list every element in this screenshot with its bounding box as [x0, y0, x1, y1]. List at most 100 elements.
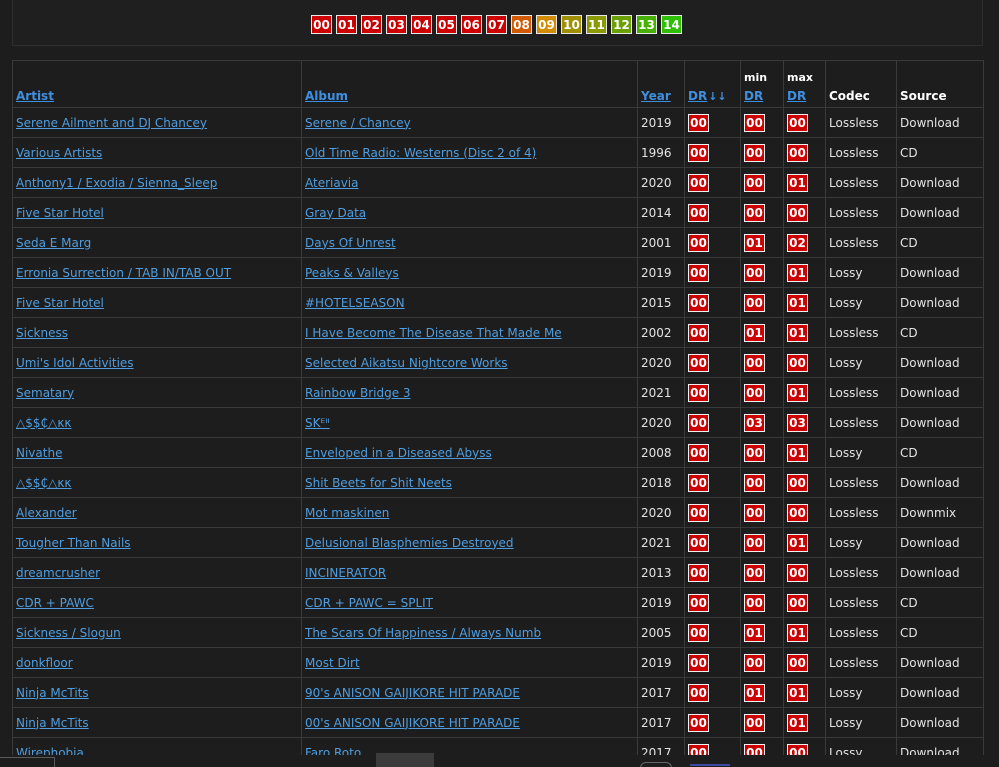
dr-filter-button-00[interactable]: 00 — [311, 15, 332, 34]
album-link[interactable]: 90's ANISON GAIJIKORE HIT PARADE — [305, 686, 520, 700]
cell-artist: Serene Ailment and DJ Chancey — [12, 107, 302, 138]
cell-source: CD — [896, 317, 984, 348]
artist-link[interactable]: Sickness / Slogun — [16, 626, 121, 640]
cell-album: CDR + PAWC = SPLIT — [301, 587, 638, 618]
min-dr-badge: 01 — [744, 683, 765, 702]
album-link[interactable]: Old Time Radio: Westerns (Disc 2 of 4) — [305, 146, 536, 160]
sort-max-dr-link[interactable]: DR — [787, 89, 806, 103]
album-link[interactable]: Shit Beets for Shit Neets — [305, 476, 452, 490]
cell-codec: Lossless — [825, 497, 897, 528]
dr-filter-button-07[interactable]: 07 — [486, 15, 507, 34]
max-dr-badge: 00 — [787, 563, 808, 582]
dr-filter-button-04[interactable]: 04 — [411, 15, 432, 34]
sort-year-link[interactable]: Year — [641, 89, 671, 103]
cell-codec: Lossy — [825, 287, 897, 318]
dr-filter-button-03[interactable]: 03 — [386, 15, 407, 34]
album-link[interactable]: SKᴱᴵᴵ — [305, 416, 330, 430]
album-link[interactable]: INCINERATOR — [305, 566, 386, 580]
cell-max-dr: 00 — [783, 347, 826, 378]
dr-filter-button-06[interactable]: 06 — [461, 15, 482, 34]
artist-link[interactable]: Serene Ailment and DJ Chancey — [16, 116, 207, 130]
cell-max-dr: 01 — [783, 257, 826, 288]
artist-link[interactable]: dreamcrusher — [16, 566, 100, 580]
cell-dr: 00 — [684, 467, 741, 498]
max-dr-badge: 00 — [787, 143, 808, 162]
artist-link[interactable]: Five Star Hotel — [16, 206, 104, 220]
artist-link[interactable]: Umi's Idol Activities — [16, 356, 134, 370]
sort-artist-link[interactable]: Artist — [16, 89, 54, 103]
sort-descending-icon[interactable]: ↓↓ — [708, 90, 726, 103]
table-row: Sickness I Have Become The Disease That M… — [12, 317, 984, 348]
table-row: Sematary Rainbow Bridge 3 2021 00 00 01 Lossle… — [12, 377, 984, 408]
album-link[interactable]: Selected Aikatsu Nightcore Works — [305, 356, 508, 370]
artist-link[interactable]: Seda E Marg — [16, 236, 91, 250]
cell-album: Serene / Chancey — [301, 107, 638, 138]
artist-link[interactable]: Ninja McTits — [16, 716, 89, 730]
cell-max-dr: 02 — [783, 227, 826, 258]
dr-filter-button-14[interactable]: 14 — [661, 15, 682, 34]
cell-min-dr: 00 — [740, 287, 784, 318]
cell-album: Peaks & Valleys — [301, 257, 638, 288]
album-link[interactable]: 00's ANISON GAIJIKORE HIT PARADE — [305, 716, 520, 730]
dr-filter-button-13[interactable]: 13 — [636, 15, 657, 34]
cell-max-dr: 00 — [783, 197, 826, 228]
album-link[interactable]: CDR + PAWC = SPLIT — [305, 596, 433, 610]
album-link[interactable]: Delusional Blasphemies Destroyed — [305, 536, 514, 550]
album-link[interactable]: Serene / Chancey — [305, 116, 411, 130]
sort-min-dr-link[interactable]: DR — [744, 89, 763, 103]
dr-filter-button-02[interactable]: 02 — [361, 15, 382, 34]
artist-link[interactable]: Sematary — [16, 386, 74, 400]
album-link[interactable]: Enveloped in a Diseased Abyss — [305, 446, 492, 460]
cell-max-dr: 00 — [783, 557, 826, 588]
artist-link[interactable]: Sickness — [16, 326, 68, 340]
table-row: Sickness / Slogun The Scars Of Happiness … — [12, 617, 984, 648]
album-link[interactable]: Peaks & Valleys — [305, 266, 399, 280]
artist-link[interactable]: Nivathe — [16, 446, 62, 460]
artist-link[interactable]: Alexander — [16, 506, 77, 520]
dr-filter-button-11[interactable]: 11 — [586, 15, 607, 34]
sort-dr-link[interactable]: DR — [688, 89, 707, 103]
cell-year: 1996 — [637, 137, 685, 168]
artist-link[interactable]: Ninja McTits — [16, 686, 89, 700]
dr-filter-button-12[interactable]: 12 — [611, 15, 632, 34]
sort-album-link[interactable]: Album — [305, 89, 348, 103]
dr-filter-button-05[interactable]: 05 — [436, 15, 457, 34]
album-link[interactable]: Most Dirt — [305, 656, 360, 670]
artist-link[interactable]: Various Artists — [16, 146, 102, 160]
dr-filter-button-10[interactable]: 10 — [561, 15, 582, 34]
artist-link[interactable]: Erronia Surrection / TAB IN/TAB OUT — [16, 266, 231, 280]
album-link[interactable]: Ateriavia — [305, 176, 359, 190]
album-link[interactable]: Days Of Unrest — [305, 236, 396, 250]
cell-max-dr: 00 — [783, 647, 826, 678]
cell-year: 2019 — [637, 257, 685, 288]
artist-link[interactable]: Anthony1 / Exodia / Sienna_Sleep — [16, 176, 217, 190]
artist-link[interactable]: donkfloor — [16, 656, 73, 670]
min-dr-badge: 00 — [744, 473, 765, 492]
artist-link[interactable]: Five Star Hotel — [16, 296, 104, 310]
album-link[interactable]: #HOTELSEASON — [305, 296, 405, 310]
header-min-label: min — [744, 71, 768, 84]
cell-dr: 00 — [684, 437, 741, 468]
artist-link[interactable]: CDR + PAWC — [16, 596, 94, 610]
album-link[interactable]: Gray Data — [305, 206, 366, 220]
cell-dr: 00 — [684, 617, 741, 648]
cell-source: Download — [896, 167, 984, 198]
album-link[interactable]: The Scars Of Happiness / Always Numb — [305, 626, 541, 640]
cell-source: CD — [896, 137, 984, 168]
artist-link[interactable]: △$$₵△κκ — [16, 416, 72, 430]
dr-badge: 00 — [688, 383, 709, 402]
cell-album: The Scars Of Happiness / Always Numb — [301, 617, 638, 648]
album-link[interactable]: Rainbow Bridge 3 — [305, 386, 411, 400]
artist-link[interactable]: △$$₵△κκ — [16, 476, 72, 490]
album-link[interactable]: Mot maskinen — [305, 506, 389, 520]
dr-filter-button-08[interactable]: 08 — [511, 15, 532, 34]
dr-filter-panel: 00 01 02 03 04 05 06 07 08 09 10 11 12 13 14 — [12, 0, 983, 46]
cell-codec: Lossy — [825, 677, 897, 708]
cell-artist: Sickness — [12, 317, 302, 348]
artist-link[interactable]: Tougher Than Nails — [16, 536, 131, 550]
dr-filter-button-01[interactable]: 01 — [336, 15, 357, 34]
dr-filter-button-09[interactable]: 09 — [536, 15, 557, 34]
album-link[interactable]: I Have Become The Disease That Made Me — [305, 326, 562, 340]
table-row: Erronia Surrection / TAB IN/TAB OUT Peaks… — [12, 257, 984, 288]
min-dr-badge: 00 — [744, 593, 765, 612]
